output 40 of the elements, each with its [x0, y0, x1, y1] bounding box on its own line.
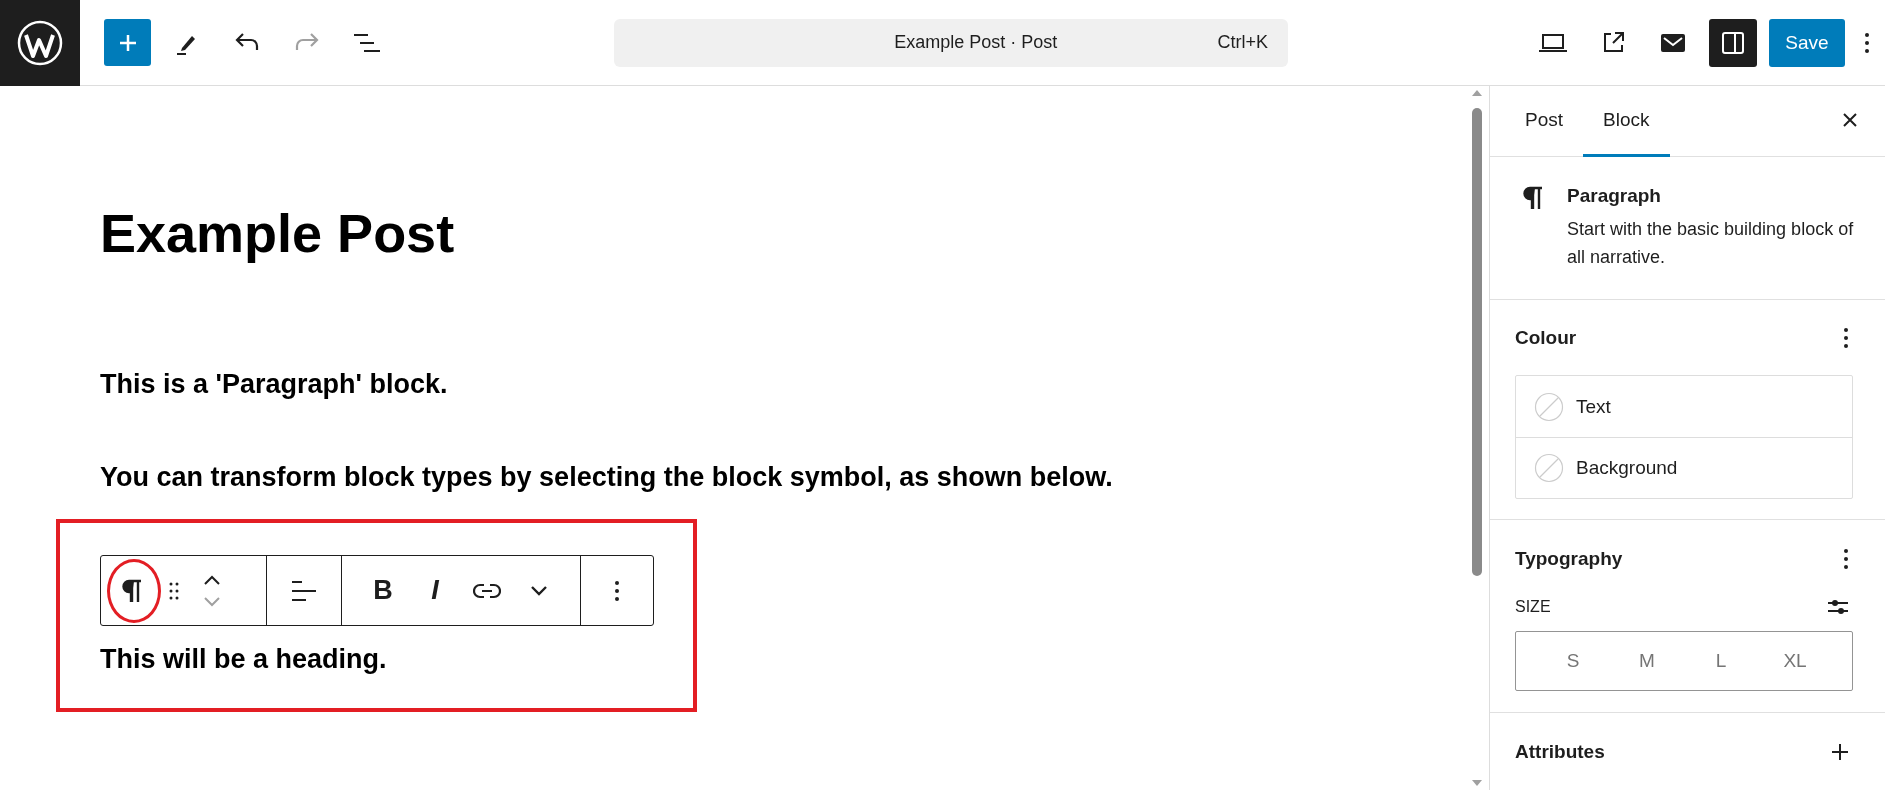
colour-option[interactable]: Background	[1516, 437, 1852, 498]
link-icon	[473, 582, 501, 599]
save-button[interactable]: Save	[1769, 18, 1845, 67]
settings-sidebar-toggle[interactable]	[1709, 18, 1757, 67]
sidebar-tab[interactable]: Block	[1583, 86, 1670, 157]
block-name: Paragraph	[1567, 184, 1662, 208]
paragraph-text[interactable]: This is a 'Paragraph' block.	[100, 368, 1465, 400]
sidebar-tab[interactable]: Post	[1505, 86, 1584, 157]
paragraph-block-icon	[1523, 185, 1545, 211]
options-menu-icon[interactable]	[1843, 327, 1849, 349]
size-option[interactable]: S	[1536, 632, 1610, 690]
logo-icon	[17, 19, 63, 66]
envelope-icon	[1660, 32, 1686, 53]
paragraph-text[interactable]: You can transform block types by selecting the block symbol, as shown below.	[100, 461, 1465, 493]
no-colour-icon	[1534, 391, 1564, 422]
size-option[interactable]: M	[1610, 632, 1684, 690]
plus-icon[interactable]	[1831, 743, 1849, 761]
panel-title: Colour	[1515, 327, 1577, 349]
add-block-button[interactable]	[104, 19, 151, 66]
shortcut-label: Ctrl+K	[1217, 32, 1268, 53]
size-label: SIZE	[1515, 598, 1551, 616]
size-option[interactable]: XL	[1758, 632, 1832, 690]
sidebar-icon	[1720, 29, 1746, 56]
command-bar[interactable]: Example Post · Post Ctrl+K	[614, 18, 1288, 67]
annotation-circle	[107, 558, 161, 623]
post-title[interactable]: Example Post	[100, 202, 1465, 264]
block-description: Start with the basic building block of all narrative.	[1567, 218, 1855, 269]
paragraph-text[interactable]: This will be a heading.	[100, 643, 693, 675]
sliders-icon[interactable]	[1827, 598, 1849, 616]
no-colour-icon	[1534, 453, 1564, 483]
wordpress-logo[interactable]	[0, 0, 80, 86]
colour-option[interactable]: Text	[1516, 376, 1852, 437]
bold-button[interactable]: B	[361, 566, 405, 615]
panel-title: Typography	[1515, 548, 1623, 570]
size-option[interactable]: L	[1684, 632, 1758, 690]
options-menu-icon[interactable]	[1843, 548, 1849, 570]
laptop-icon	[1538, 31, 1568, 54]
panel-title: Attributes	[1515, 741, 1605, 763]
align-left-icon	[290, 578, 318, 603]
italic-button[interactable]: I	[413, 566, 457, 615]
